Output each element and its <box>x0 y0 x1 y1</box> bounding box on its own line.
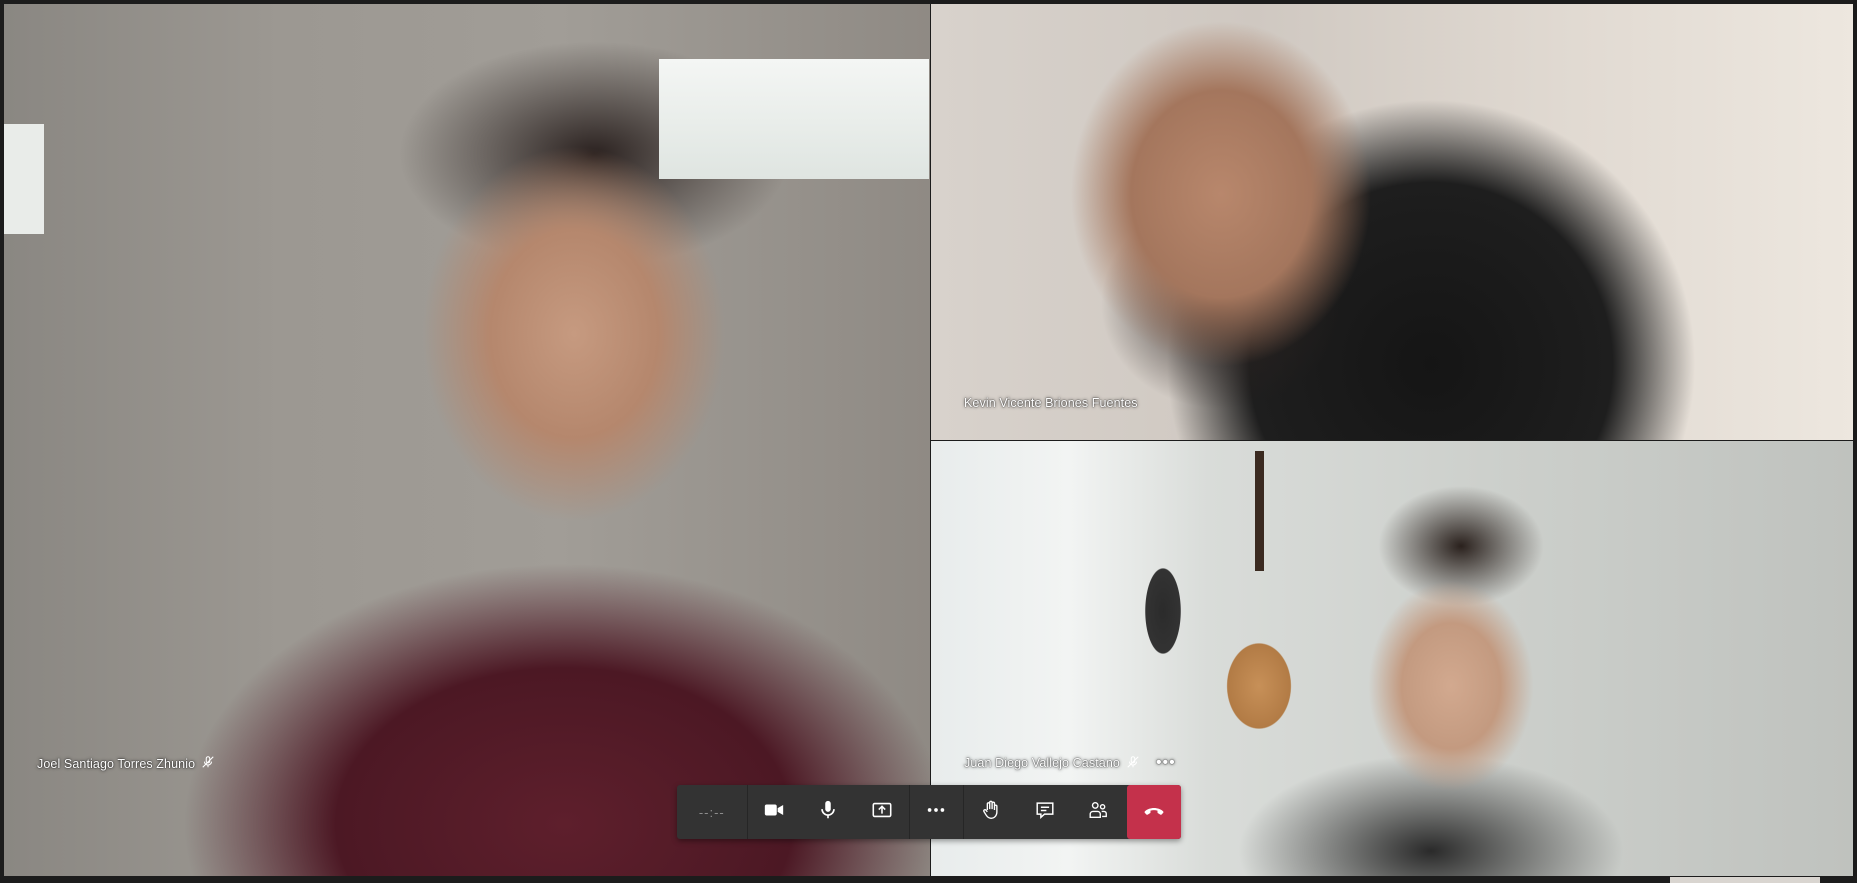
muted-mic-icon <box>1126 755 1140 772</box>
window-bottom-edge <box>0 876 1857 883</box>
participant-name-label: Kevin Vicente Briones Fuentes <box>964 396 1138 410</box>
microphone-icon <box>817 799 839 826</box>
chat-button[interactable] <box>1018 785 1072 839</box>
participant-name-label: Juan Diego Vallejo Castano ••• <box>964 754 1176 772</box>
camera-toggle-button[interactable] <box>748 785 802 839</box>
taskbar-thumbnail <box>1670 877 1820 883</box>
participant-name: Joel Santiago Torres Zhunio <box>37 756 196 771</box>
participants-icon <box>1087 799 1109 826</box>
share-screen-button[interactable] <box>855 785 909 839</box>
participant-name-label: Joel Santiago Torres Zhunio <box>37 755 215 772</box>
participant-name: Kevin Vicente Briones Fuentes <box>964 396 1138 410</box>
participant-video <box>931 4 1853 440</box>
more-options-button[interactable] <box>910 785 964 839</box>
background-guitar <box>1214 521 1304 741</box>
participant-more-button[interactable]: ••• <box>1156 754 1176 772</box>
participant-name: Juan Diego Vallejo Castano <box>964 756 1120 770</box>
chat-icon <box>1034 799 1056 826</box>
background-window <box>659 59 929 179</box>
more-options-icon <box>925 799 947 826</box>
video-camera-icon <box>763 799 785 826</box>
call-controls-toolbar: --:-- <box>677 785 1181 839</box>
hang-up-button[interactable] <box>1127 785 1181 839</box>
call-timer: --:-- <box>698 804 725 820</box>
muted-mic-icon <box>201 755 215 772</box>
participant-tile-joel[interactable]: Joel Santiago Torres Zhunio <box>4 4 930 876</box>
participant-tile-kevin[interactable]: Kevin Vicente Briones Fuentes <box>931 4 1853 440</box>
hang-up-icon <box>1142 798 1166 827</box>
microphone-toggle-button[interactable] <box>801 785 855 839</box>
background-guitar <box>1138 461 1188 671</box>
raise-hand-icon <box>980 799 1002 826</box>
share-screen-icon <box>871 799 893 826</box>
participants-button[interactable] <box>1072 785 1126 839</box>
raise-hand-button[interactable] <box>964 785 1018 839</box>
background-window <box>4 124 44 234</box>
window-edge <box>1853 0 1857 883</box>
